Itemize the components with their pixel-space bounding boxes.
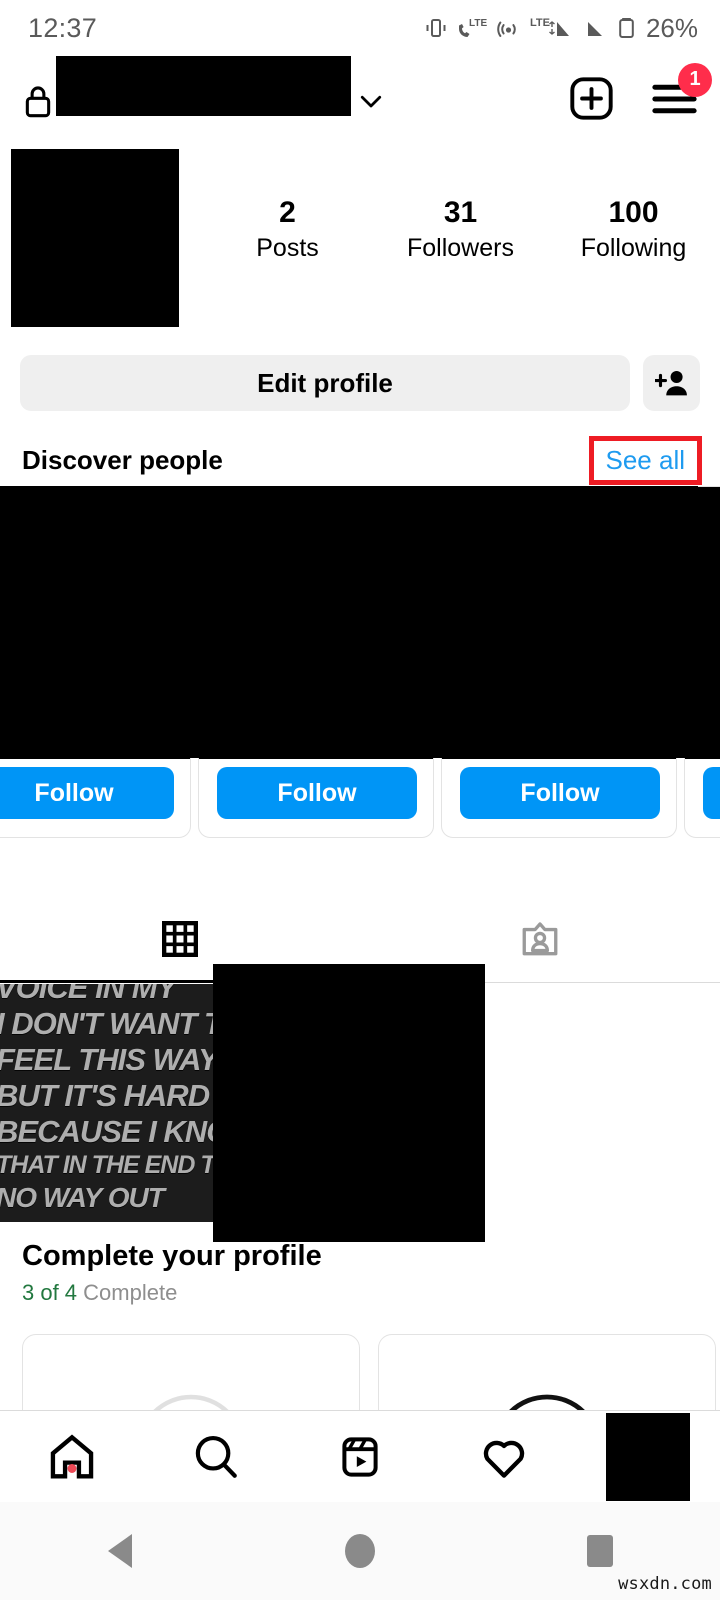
chevron-down-icon <box>360 95 382 108</box>
android-recents-button[interactable] <box>480 1535 720 1567</box>
reels-icon <box>342 1436 378 1477</box>
follow-button[interactable]: Follow <box>703 767 720 819</box>
follow-button[interactable]: Follow <box>217 767 417 819</box>
tagged-person-icon <box>522 921 558 955</box>
post-grid: VOICE IN MY I DON'T WANT TO FEEL THIS WA… <box>0 964 720 1242</box>
post-redaction <box>213 964 485 1242</box>
stat-following-value: 100 <box>608 196 659 229</box>
bottom-navigation <box>0 1410 720 1502</box>
home-icon <box>50 1433 94 1478</box>
nav-profile[interactable] <box>576 1412 720 1501</box>
username-redaction <box>56 56 351 116</box>
stat-following-label: Following <box>580 233 687 262</box>
profile-avatar-icon <box>606 1412 690 1501</box>
stat-following[interactable]: 100 Following <box>547 194 720 264</box>
nav-reels[interactable] <box>288 1433 432 1481</box>
plus-square-icon[interactable] <box>568 75 615 127</box>
progress-count: 3 of 4 <box>22 1280 78 1305</box>
avatar[interactable] <box>11 149 179 327</box>
username-switcher[interactable] <box>22 56 568 119</box>
heart-icon <box>483 1440 525 1478</box>
android-navigation-bar <box>0 1502 720 1600</box>
battery-percent: 26% <box>645 12 698 43</box>
stat-posts[interactable]: 2 Posts <box>201 194 374 264</box>
android-back-button[interactable] <box>0 1534 240 1568</box>
android-home-button[interactable] <box>240 1534 480 1568</box>
post-text-line: THAT IN THE END THERE <box>0 1151 238 1179</box>
follow-button[interactable]: Follow <box>0 767 174 819</box>
square-recents-icon <box>587 1535 613 1567</box>
post-image-text: VOICE IN MY I DON'T WANT TO FEEL THIS WA… <box>0 984 238 1222</box>
svg-text:LTE: LTE <box>530 17 550 29</box>
complete-profile-title: Complete your profile <box>22 1240 322 1272</box>
stat-followers-label: Followers <box>407 233 514 262</box>
complete-profile-progress: 3 of 4 Complete <box>0 1280 720 1306</box>
hamburger-menu-icon[interactable]: 1 <box>651 62 712 124</box>
add-person-button[interactable] <box>643 355 700 411</box>
status-icons-group: LTE LTE 26% <box>424 13 698 44</box>
edit-profile-button[interactable]: Edit profile <box>20 355 630 411</box>
post-text-line: NO WAY OUT <box>0 1182 165 1213</box>
profile-summary: 2 Posts 31 Followers 100 Following <box>0 146 720 336</box>
home-notification-dot <box>67 1463 77 1473</box>
watermark: wsxdn.com <box>618 1574 712 1594</box>
app-header: 1 <box>0 56 720 140</box>
carousel-redaction <box>0 486 698 758</box>
vibrate-icon <box>426 19 446 37</box>
call-lte-icon: LTE <box>458 18 487 37</box>
discover-people-carousel[interactable]: Follow Follow Follow Follow <box>0 486 720 841</box>
post-text-line: BUT IT'S HARD <box>0 1078 210 1113</box>
nav-activity[interactable] <box>432 1431 576 1483</box>
post-text-line: FEEL THIS WAY <box>0 1042 219 1077</box>
battery-icon <box>619 18 634 38</box>
header-actions: 1 <box>568 62 712 127</box>
triangle-back-icon <box>108 1534 132 1568</box>
post-thumbnail[interactable]: VOICE IN MY I DON'T WANT TO FEEL THIS WA… <box>0 984 238 1222</box>
signal-bars-icon <box>587 22 602 36</box>
profile-stats: 2 Posts 31 Followers 100 Following <box>179 146 720 264</box>
stat-followers[interactable]: 31 Followers <box>374 194 547 264</box>
nav-search[interactable] <box>144 1432 288 1482</box>
search-icon <box>195 1435 237 1478</box>
see-all-highlight: See all <box>588 435 702 485</box>
profile-actions: Edit profile <box>0 355 720 411</box>
progress-label: Complete <box>83 1280 178 1305</box>
nav-home[interactable] <box>0 1431 144 1483</box>
discover-people-header: Discover people See all <box>0 435 720 485</box>
discover-people-title: Discover people <box>22 444 223 475</box>
signal-lte-icon: LTE <box>530 17 569 36</box>
svg-text:LTE: LTE <box>469 18 487 29</box>
post-text-line: VOICE IN MY <box>0 984 177 1005</box>
post-empty-cell <box>482 984 720 1222</box>
status-bar: 12:37 LTE LTE 26% <box>0 0 720 56</box>
stat-posts-value: 2 <box>279 196 296 229</box>
circle-home-icon <box>345 1534 375 1568</box>
post-text-line: BECAUSE I KNOW <box>0 1114 238 1149</box>
grid-icon <box>162 920 198 957</box>
see-all-link[interactable]: See all <box>606 445 686 475</box>
hotspot-icon <box>497 21 516 37</box>
follow-button[interactable]: Follow <box>460 767 660 819</box>
post-text-line: I DON'T WANT TO <box>0 1006 238 1041</box>
stat-followers-value: 31 <box>443 196 478 229</box>
post-image-caption: VOICE IN MY I DON'T WANT TO FEEL THIS WA… <box>0 984 238 1214</box>
status-time: 12:37 <box>28 12 98 43</box>
add-person-icon <box>654 370 687 396</box>
phone-screen: 12:37 LTE LTE 26% 1 2 Posts 31 Followers… <box>0 0 720 1600</box>
stat-posts-label: Posts <box>256 233 319 262</box>
menu-notification-badge: 1 <box>678 62 712 97</box>
lock-icon <box>25 86 51 118</box>
